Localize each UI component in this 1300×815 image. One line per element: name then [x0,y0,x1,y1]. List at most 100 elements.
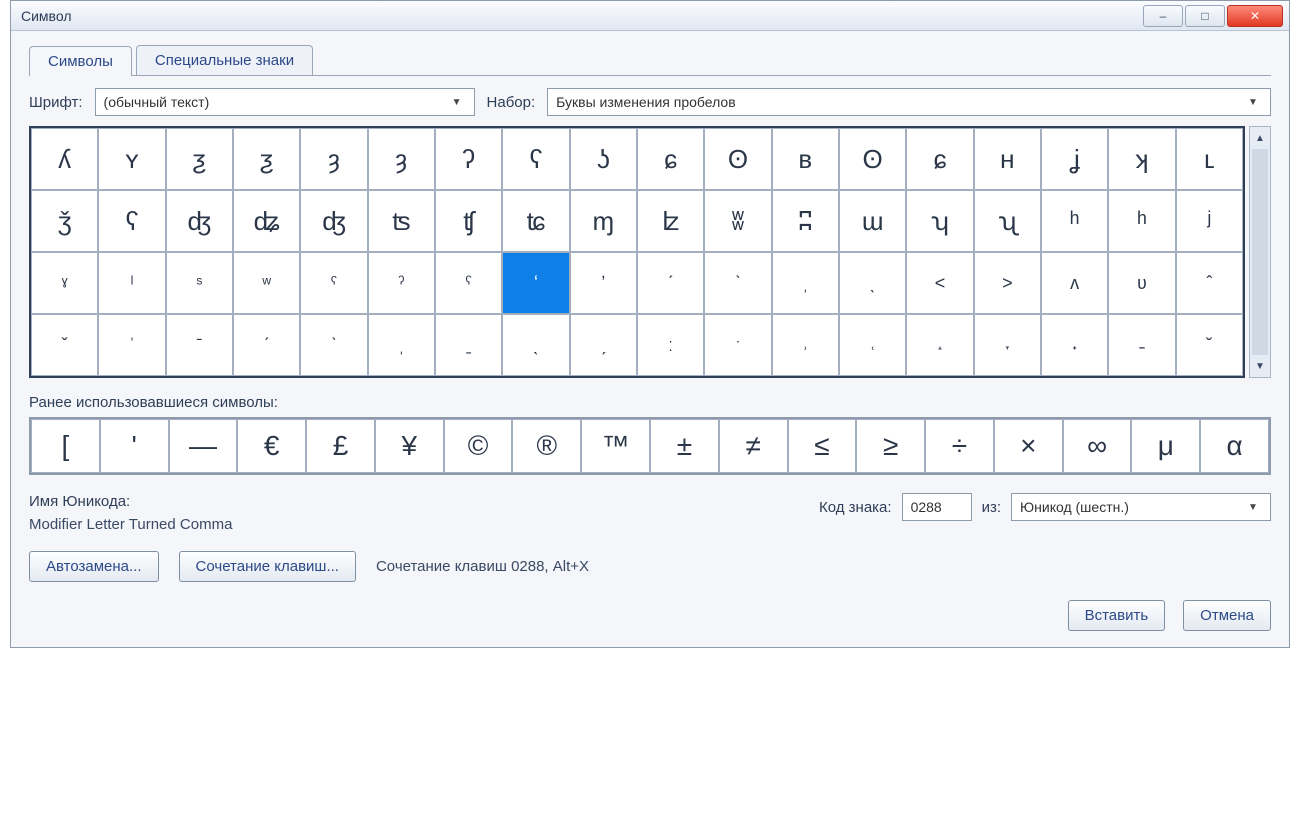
symbol-cell[interactable]: ʟ [1176,128,1243,190]
recent-symbol-cell[interactable]: ≥ [856,419,925,473]
minimize-button[interactable]: – [1143,5,1183,27]
recent-symbol-cell[interactable]: © [444,419,513,473]
symbol-cell[interactable]: ʏ [98,128,165,190]
symbol-cell[interactable]: ʌ [1041,252,1108,314]
recent-symbol-cell[interactable]: [ [31,419,100,473]
scroll-down-icon[interactable]: ▼ [1250,355,1270,377]
symbol-cell[interactable]: ˡ [98,252,165,314]
symbol-cell[interactable]: ʤ [300,190,367,252]
symbol-cell[interactable]: ˎ [502,314,569,376]
insert-button[interactable]: Вставить [1068,600,1166,631]
symbol-cell[interactable]: ʲ [1176,190,1243,252]
cancel-button[interactable]: Отмена [1183,600,1271,631]
maximize-button[interactable]: □ [1185,5,1225,27]
scroll-up-icon[interactable]: ▲ [1250,127,1270,149]
symbol-cell[interactable]: ʷ [233,252,300,314]
symbol-cell[interactable]: ˁ [435,252,502,314]
symbol-cell[interactable]: ȝ [368,128,435,190]
tab-symbols[interactable]: Символы [29,46,132,76]
symbol-cell[interactable]: ʼ [570,252,637,314]
symbol-cell[interactable]: ˓ [839,314,906,376]
symbol-cell[interactable]: ˔ [906,314,973,376]
symbol-cell[interactable]: ʜ [974,128,1041,190]
symbol-cell[interactable]: ʧ [435,190,502,252]
symbol-cell[interactable]: ʞ [1108,128,1175,190]
symbol-grid[interactable]: ʎʏƺƺȝȝʔʕʖɕʘʙʘɕʜʝʞʟǯʕʤʥʤʦʧʨɱʫʬʭɯʮʯʰʰʲˠˡˢʷ… [29,126,1245,378]
recent-symbol-cell[interactable]: ÷ [925,419,994,473]
symbol-cell[interactable]: ʕ [502,128,569,190]
symbol-cell[interactable]: > [974,252,1041,314]
charcode-input[interactable]: 0288 [902,493,972,521]
symbol-cell[interactable]: ʫ [637,190,704,252]
symbol-cell[interactable]: ʭ [772,190,839,252]
symbol-cell[interactable]: ʬ [704,190,771,252]
symbol-cell[interactable]: ʔ [435,128,502,190]
recent-symbol-cell[interactable]: ® [512,419,581,473]
recent-symbol-cell[interactable]: ≤ [788,419,857,473]
symbol-cell[interactable]: ː [637,314,704,376]
tab-special-chars[interactable]: Специальные знаки [136,45,313,75]
symbol-cell[interactable]: ʖ [570,128,637,190]
symbol-cell[interactable]: ʎ [31,128,98,190]
symbol-cell[interactable]: ʥ [233,190,300,252]
shortcut-key-button[interactable]: Сочетание клавиш... [179,551,356,582]
symbol-cell[interactable]: ˋ [704,252,771,314]
subset-combo[interactable]: Буквы изменения пробелов ▼ [547,88,1271,116]
symbol-cell[interactable]: ˤ [300,252,367,314]
symbol-cell[interactable]: ɱ [570,190,637,252]
scrollbar-thumb[interactable] [1252,149,1268,355]
symbol-cell[interactable]: ˊ [637,252,704,314]
symbol-cell[interactable]: ˕ [974,314,1041,376]
symbol-cell[interactable]: ˍ [435,314,502,376]
symbol-cell[interactable]: ˊ [233,314,300,376]
font-combo[interactable]: (обычный текст) ▼ [95,88,475,116]
symbol-cell[interactable]: ˎ [839,252,906,314]
recent-symbol-cell[interactable]: ± [650,419,719,473]
close-button[interactable]: ✕ [1227,5,1283,27]
symbol-cell[interactable]: ˠ [31,252,98,314]
symbol-cell[interactable]: ʦ [368,190,435,252]
symbol-cell[interactable]: ʻ [502,252,569,314]
symbol-cell[interactable]: ʙ [772,128,839,190]
symbol-cell[interactable]: ˒ [772,314,839,376]
symbol-cell[interactable]: ˆ [1176,252,1243,314]
recent-symbol-cell[interactable]: ≠ [719,419,788,473]
autocorrect-button[interactable]: Автозамена... [29,551,159,582]
symbol-cell[interactable]: ƺ [233,128,300,190]
symbol-cell[interactable]: ɯ [839,190,906,252]
recent-symbol-cell[interactable]: ∞ [1063,419,1132,473]
symbol-cell[interactable]: ɕ [637,128,704,190]
symbol-cell[interactable]: ʰ [1041,190,1108,252]
symbol-cell[interactable]: ˈ [98,314,165,376]
symbol-cell[interactable]: ʋ [1108,252,1175,314]
symbol-cell[interactable]: ˢ [166,252,233,314]
symbol-cell[interactable]: ʮ [906,190,973,252]
symbol-cell[interactable]: ǯ [31,190,98,252]
symbol-cell[interactable]: ʰ [1108,190,1175,252]
symbol-cell[interactable]: < [906,252,973,314]
recent-symbol-cell[interactable]: ¥ [375,419,444,473]
recent-symbol-cell[interactable]: € [237,419,306,473]
recent-symbol-cell[interactable]: μ [1131,419,1200,473]
encoding-combo[interactable]: Юникод (шестн.) ▼ [1011,493,1271,521]
symbol-cell[interactable]: ʨ [502,190,569,252]
recent-symbol-cell[interactable]: £ [306,419,375,473]
symbol-cell[interactable]: ˌ [772,252,839,314]
symbol-cell[interactable]: ɕ [906,128,973,190]
symbol-cell[interactable]: ʤ [166,190,233,252]
symbol-cell[interactable]: ˀ [368,252,435,314]
symbol-cell[interactable]: ȝ [300,128,367,190]
symbol-cell[interactable]: ˑ [704,314,771,376]
symbol-cell[interactable]: ˌ [368,314,435,376]
symbol-cell[interactable]: ʝ [1041,128,1108,190]
symbol-cell[interactable]: ʘ [704,128,771,190]
recent-symbols-grid[interactable]: ['—€£¥©®™±≠≤≥÷×∞μα [29,417,1271,475]
recent-symbol-cell[interactable]: ' [100,419,169,473]
recent-symbol-cell[interactable]: — [169,419,238,473]
recent-symbol-cell[interactable]: ™ [581,419,650,473]
recent-symbol-cell[interactable]: α [1200,419,1269,473]
symbol-cell[interactable]: ʯ [974,190,1041,252]
symbol-cell[interactable]: ˋ [300,314,367,376]
symbol-cell[interactable]: ˖ [1041,314,1108,376]
symbol-cell[interactable]: ʘ [839,128,906,190]
